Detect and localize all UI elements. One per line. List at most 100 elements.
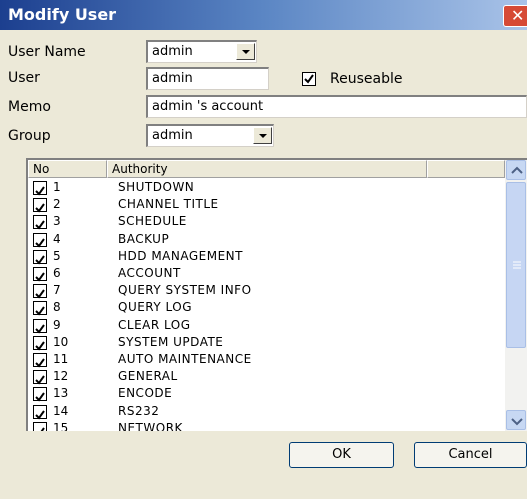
row-authority: SCHEDULE: [118, 214, 187, 229]
checkmark-icon: [35, 272, 45, 282]
row-checkbox[interactable]: [33, 318, 47, 334]
row-checkbox[interactable]: [33, 387, 47, 402]
checkmark-icon: [304, 74, 314, 84]
chevron-down-icon: [511, 418, 523, 426]
memo-input[interactable]: admin 's account: [146, 95, 527, 118]
row-checkbox[interactable]: [33, 198, 47, 213]
scroll-thumb[interactable]: [506, 182, 526, 348]
close-button[interactable]: ✕: [503, 5, 527, 27]
row-number: 4: [53, 231, 61, 246]
row-number: 7: [53, 283, 61, 298]
row-authority: AUTO MAINTENANCE: [118, 352, 252, 366]
checkmark-icon: [35, 375, 45, 385]
list-item[interactable]: 7 QUERY SYSTEM INFO: [28, 282, 505, 299]
row-number: 14: [53, 403, 69, 418]
checkmark-icon: [35, 358, 45, 368]
user-name-label: User Name: [8, 44, 86, 60]
row-checkbox[interactable]: [33, 267, 47, 282]
row-authority: ENCODE: [118, 386, 173, 401]
list-item[interactable]: 14 RS232: [28, 403, 505, 420]
row-number: 1: [53, 180, 61, 194]
row-checkbox[interactable]: [33, 335, 47, 351]
row-number: 15: [53, 420, 69, 431]
row-checkbox[interactable]: [33, 421, 47, 431]
chevron-down-icon[interactable]: [253, 127, 272, 144]
chevron-down-icon[interactable]: [236, 43, 255, 60]
row-number: 2: [53, 197, 61, 212]
list-item[interactable]: 11 AUTO MAINTENANCE: [28, 351, 505, 368]
checkmark-icon: [35, 341, 45, 351]
list-item[interactable]: 1 SHUTDOWN: [28, 179, 505, 196]
row-authority: SYSTEM UPDATE: [118, 334, 224, 349]
row-number: 11: [53, 352, 69, 366]
dialog-title: Modify User: [8, 5, 117, 24]
list-item[interactable]: 3 SCHEDULE: [28, 213, 505, 230]
row-authority: SHUTDOWN: [118, 180, 195, 194]
ok-button[interactable]: OK: [289, 442, 394, 468]
row-checkbox[interactable]: [33, 353, 47, 368]
group-value: admin: [152, 128, 193, 143]
cancel-button[interactable]: Cancel: [414, 442, 527, 468]
list-header: No Authority: [28, 160, 505, 178]
row-checkbox[interactable]: [33, 232, 47, 248]
row-checkbox[interactable]: [33, 181, 47, 196]
authority-list[interactable]: No Authority 1 SHUTDOWN 2 CHANNEL TITLE 3 SCH…: [26, 158, 527, 431]
reuseable-checkbox[interactable]: [302, 72, 316, 86]
row-number: 10: [53, 334, 69, 349]
row-authority: GENERAL: [118, 369, 178, 384]
row-authority: CHANNEL TITLE: [118, 197, 219, 212]
user-name-select[interactable]: admin: [146, 40, 257, 63]
memo-label: Memo: [8, 99, 51, 115]
row-authority: NETWORK: [118, 420, 183, 431]
checkmark-icon: [35, 238, 45, 248]
row-number: 12: [53, 369, 69, 384]
row-authority: ACCOUNT: [118, 266, 181, 280]
row-number: 6: [53, 266, 61, 280]
vertical-scrollbar[interactable]: [505, 160, 527, 431]
row-checkbox[interactable]: [33, 301, 47, 316]
column-header-empty[interactable]: [427, 160, 505, 178]
list-item[interactable]: 13 ENCODE: [28, 385, 505, 402]
row-checkbox[interactable]: [33, 284, 47, 299]
list-item[interactable]: 2 CHANNEL TITLE: [28, 196, 505, 213]
checkmark-icon: [35, 255, 45, 265]
row-number: 9: [53, 317, 61, 332]
scroll-down-button[interactable]: [506, 410, 526, 430]
list-item[interactable]: 8 QUERY LOG: [28, 299, 505, 316]
group-select[interactable]: admin: [146, 124, 274, 147]
list-item[interactable]: 10 SYSTEM UPDATE: [28, 334, 505, 351]
list-item[interactable]: 15 NETWORK: [28, 420, 505, 431]
checkmark-icon: [35, 203, 45, 213]
column-header-authority[interactable]: Authority: [107, 160, 427, 178]
list-item[interactable]: 6 ACCOUNT: [28, 265, 505, 282]
column-header-no[interactable]: No: [28, 160, 107, 178]
user-input[interactable]: admin: [146, 67, 269, 90]
title-bar[interactable]: Modify User ✕: [0, 0, 527, 30]
close-icon: ✕: [511, 6, 525, 25]
list-item[interactable]: 5 HDD MANAGEMENT: [28, 248, 505, 265]
checkmark-icon: [40, 427, 45, 431]
row-checkbox[interactable]: [33, 215, 47, 230]
row-number: 13: [53, 386, 69, 401]
row-checkbox[interactable]: [33, 249, 47, 265]
row-checkbox[interactable]: [33, 370, 47, 385]
checkmark-icon: [35, 392, 45, 402]
checkmark-icon: [35, 220, 45, 230]
list-item[interactable]: 4 BACKUP: [28, 231, 505, 248]
checkmark-icon: [35, 306, 45, 316]
row-number: 5: [53, 248, 61, 263]
row-authority: QUERY SYSTEM INFO: [118, 283, 252, 298]
memo-input-value: admin 's account: [152, 99, 264, 114]
row-authority: RS232: [118, 403, 160, 418]
row-authority: BACKUP: [118, 231, 170, 246]
list-item[interactable]: 12 GENERAL: [28, 368, 505, 385]
row-authority: HDD MANAGEMENT: [118, 248, 243, 263]
list-item[interactable]: 9 CLEAR LOG: [28, 317, 505, 334]
row-number: 3: [53, 214, 61, 229]
row-checkbox[interactable]: [33, 404, 47, 420]
scroll-up-button[interactable]: [506, 160, 526, 180]
grip-icon: [513, 261, 521, 269]
checkmark-icon: [35, 324, 45, 334]
chevron-up-icon: [511, 166, 523, 174]
user-name-value: admin: [152, 44, 193, 59]
